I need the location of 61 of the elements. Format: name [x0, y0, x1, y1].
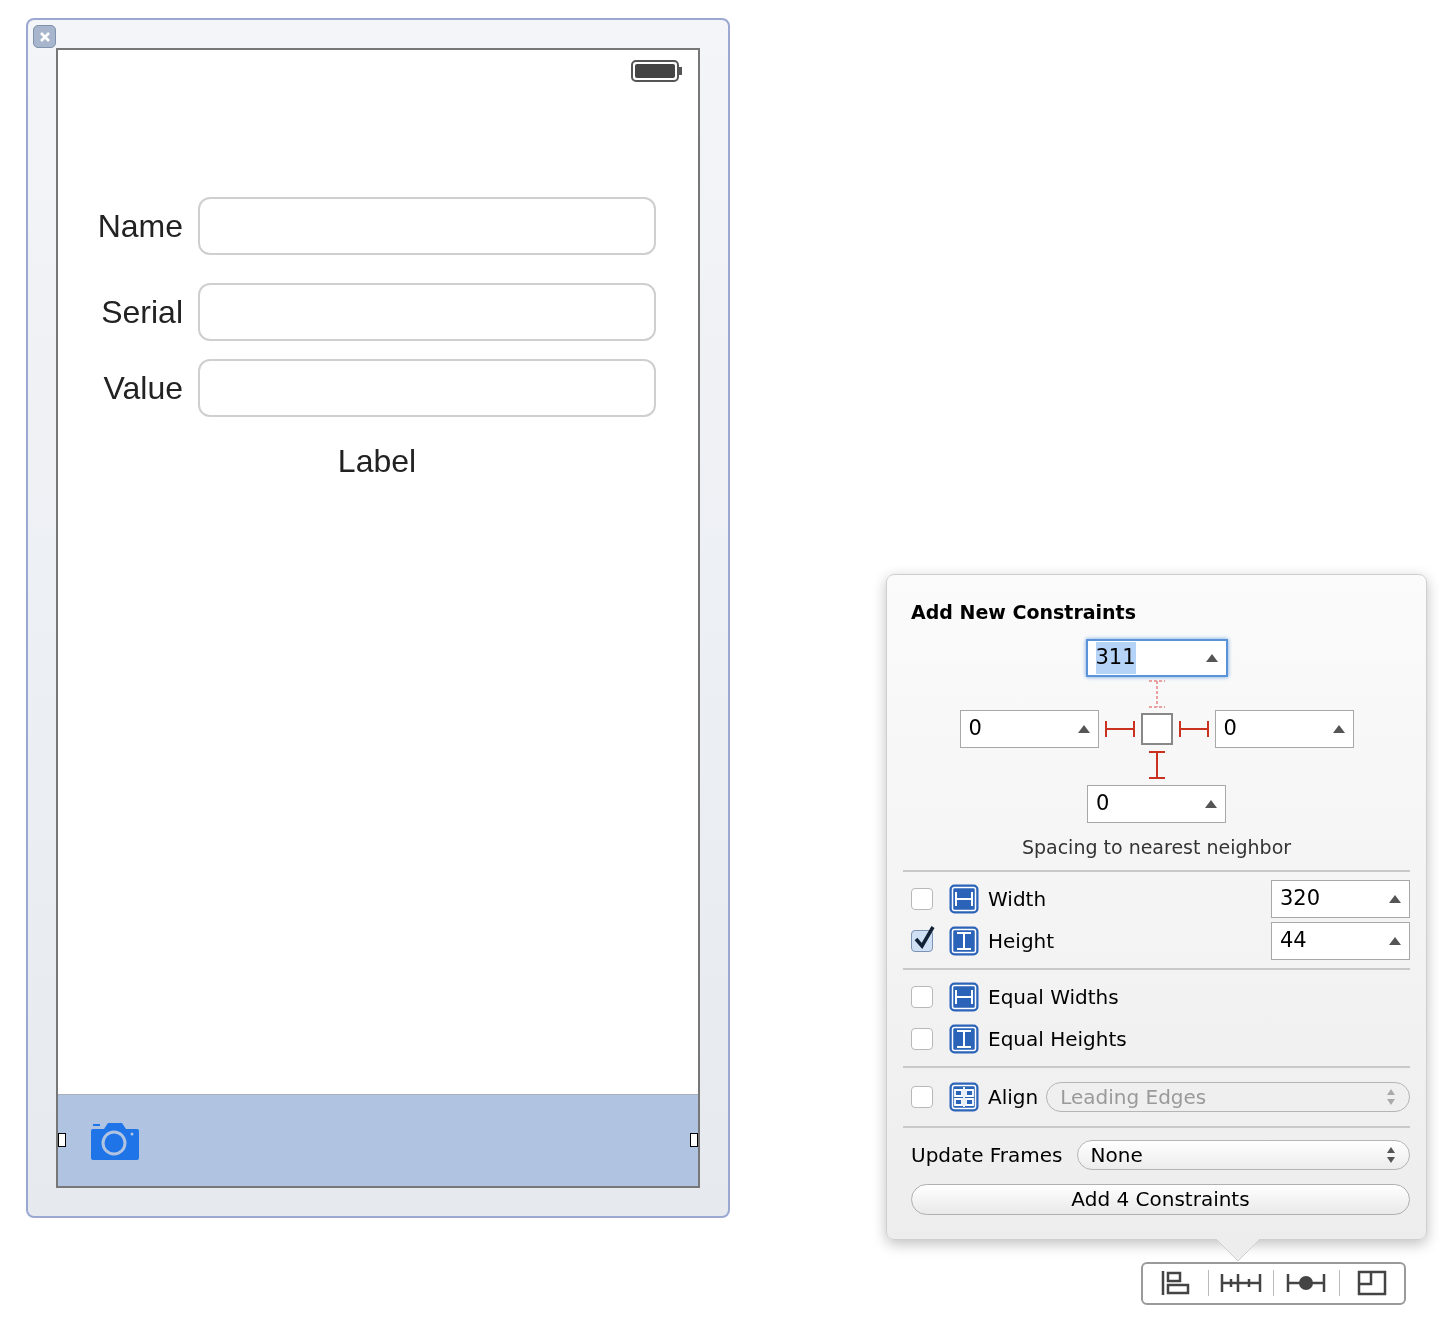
number-field[interactable]: 311 [1085, 639, 1228, 677]
resize-handle[interactable] [58, 1133, 66, 1147]
spacing-constraint-line[interactable] [1104, 720, 1135, 738]
view-square [1140, 713, 1173, 745]
popup-button[interactable]: None [1076, 1139, 1410, 1170]
resize-handle[interactable] [690, 1133, 698, 1147]
field-value: 0 [1223, 715, 1237, 743]
number-field[interactable]: 0 [959, 710, 1099, 748]
up-arrow-icon[interactable] [1205, 654, 1218, 662]
constraint-label: Equal Widths [988, 983, 1119, 1011]
constraint-label: Align [988, 1083, 1039, 1111]
number-field[interactable]: 44 [1271, 921, 1410, 960]
field-label: Name [96, 207, 184, 246]
align-icon[interactable] [1160, 1270, 1191, 1296]
field-value: 320 [1280, 884, 1321, 912]
number-field[interactable]: 0 [1214, 710, 1354, 748]
up-arrow-icon[interactable] [1389, 894, 1401, 903]
close-icon [38, 30, 51, 43]
text-field[interactable] [198, 359, 656, 417]
field-value: 311 [1095, 642, 1136, 674]
constraint-label: Width [988, 885, 1048, 913]
updown-arrows-icon [1386, 1087, 1396, 1106]
popup-value: Leading Edges [1060, 1083, 1207, 1111]
field-label: Serial [100, 293, 184, 332]
close-button[interactable] [33, 25, 56, 48]
align-icon [949, 1081, 979, 1112]
number-field[interactable]: 320 [1271, 879, 1410, 918]
field-value: 0 [968, 715, 982, 743]
checkmark-icon [913, 924, 935, 949]
field-value: 0 [1096, 790, 1110, 818]
field-label: Value [102, 369, 184, 408]
height-icon [949, 925, 979, 956]
constraint-label: Equal Heights [988, 1025, 1127, 1053]
up-arrow-icon[interactable] [1077, 725, 1090, 733]
checkbox[interactable] [911, 1027, 933, 1050]
checkbox[interactable] [911, 985, 933, 1008]
update-frames-label: Update Frames [911, 1141, 1063, 1169]
text-label: Label [337, 442, 417, 481]
checkbox[interactable] [911, 887, 933, 910]
spacing-constraint-line[interactable] [1146, 751, 1167, 779]
up-arrow-icon[interactable] [1205, 800, 1217, 808]
constraint-label: Height [988, 927, 1056, 955]
spacing-caption: Spacing to nearest neighbor [1021, 835, 1292, 860]
camera-icon[interactable] [89, 1120, 141, 1161]
resizing-icon[interactable] [1356, 1270, 1387, 1296]
checkbox[interactable] [911, 929, 933, 952]
up-arrow-icon[interactable] [1389, 936, 1401, 945]
popover-title: Add New Constraints [911, 600, 1137, 625]
number-field[interactable]: 0 [1087, 785, 1226, 823]
width-icon [949, 883, 979, 914]
spacing-constraint-line[interactable] [1178, 720, 1209, 738]
width-icon [949, 981, 979, 1012]
field-value: 44 [1280, 926, 1307, 954]
battery-icon [631, 60, 683, 82]
add-constraints-button[interactable]: Add 4 Constraints [911, 1183, 1410, 1215]
text-field[interactable] [198, 197, 656, 255]
updown-arrows-icon [1386, 1145, 1396, 1164]
popup-value: None [1090, 1141, 1143, 1169]
height-icon [949, 1023, 979, 1054]
text-field[interactable] [198, 283, 656, 341]
up-arrow-icon[interactable] [1332, 725, 1345, 733]
